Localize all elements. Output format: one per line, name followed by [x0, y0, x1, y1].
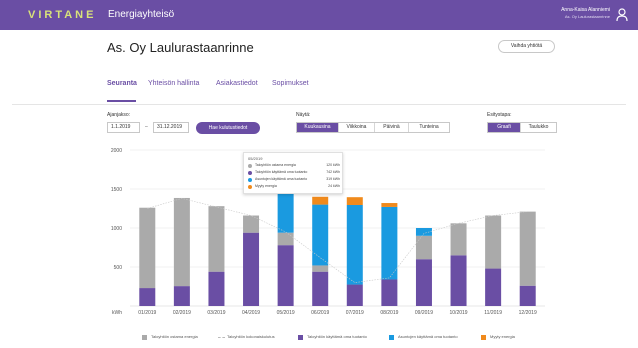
legend-label: Taloyhtiön käyttämä oma tuotanto	[307, 334, 367, 339]
legend-line-swatch	[218, 337, 225, 338]
tooltip-value: 742 kWh	[326, 170, 340, 174]
bar-segment	[415, 235, 432, 260]
x-tick-label: 09/2019	[415, 310, 433, 316]
legend-label: Taloyhtiön kokonaiskulutus	[227, 334, 275, 339]
y-tick-label: 500	[114, 265, 123, 271]
tooltip-dot	[248, 185, 252, 189]
bar-segment	[450, 223, 467, 256]
bar-segment	[381, 279, 398, 306]
x-tick-label: 06/2019	[311, 310, 329, 316]
x-tick-label: 07/2019	[346, 310, 364, 316]
bar-segment	[415, 259, 432, 306]
bar-segment	[519, 285, 536, 306]
tooltip-value: 120 kWh	[326, 163, 340, 167]
y-tick-label: 2000	[111, 148, 122, 154]
y-unit-label: kWh	[112, 310, 122, 316]
x-tick-label: 01/2019	[138, 310, 156, 316]
x-tick-label: 03/2019	[207, 310, 225, 316]
bar-segment	[208, 206, 225, 272]
bar-segment	[346, 204, 363, 285]
bar-segment	[173, 197, 190, 287]
chart-tooltip: 05/2019 Taloyhtiön ostama energia 120 kW…	[243, 152, 343, 194]
legend-label: Taloyhtiön ostama energia	[151, 334, 198, 339]
tooltip-label: Taloyhtiön käyttämä oma tuotanto	[255, 170, 308, 174]
x-tick-label: 04/2019	[242, 310, 260, 316]
bar-segment	[173, 286, 190, 306]
x-tick-label: 05/2019	[277, 310, 295, 316]
total-consumption-line	[147, 198, 528, 283]
bar-segment	[277, 232, 294, 246]
bar-segment	[312, 271, 329, 306]
legend-label: Myyty energia	[490, 334, 515, 339]
legend-swatch	[389, 335, 394, 340]
bar-segment	[485, 268, 502, 306]
bar-segment	[450, 255, 467, 306]
bar-segment	[346, 284, 363, 306]
tooltip-row: Myyty energia 24 kWh	[248, 184, 340, 190]
tooltip-dot	[248, 164, 252, 168]
tooltip-row: Taloyhtiön ostama energia 120 kWh	[248, 163, 340, 169]
bar-segment	[519, 211, 536, 286]
tooltip-value: 24 kWh	[328, 184, 340, 188]
bar-segment	[139, 288, 156, 306]
bar-segment	[381, 203, 398, 207]
x-tick-label: 11/2019	[484, 310, 502, 316]
bar-segment	[485, 215, 502, 269]
x-tick-label: 02/2019	[173, 310, 191, 316]
bar-segment	[139, 207, 156, 289]
bar-segment	[277, 245, 294, 306]
bar-segment	[312, 204, 329, 266]
tooltip-title: 05/2019	[248, 156, 263, 161]
bar-segment	[312, 265, 329, 272]
x-tick-label: 08/2019	[380, 310, 398, 316]
tooltip-label: Taloyhtiön ostama energia	[255, 163, 296, 167]
tooltip-row: Taloyhtiön käyttämä oma tuotanto 742 kWh	[248, 170, 340, 176]
bar-segment	[312, 196, 329, 205]
legend-swatch	[481, 335, 486, 340]
tooltip-value: 319 kWh	[326, 177, 340, 181]
tooltip-label: Asuntojen käyttämä oma tuotanto	[255, 177, 308, 181]
x-tick-label: 10/2019	[450, 310, 468, 316]
bar-segment	[208, 271, 225, 306]
bar-segment	[415, 228, 432, 236]
x-tick-label: 12/2019	[519, 310, 537, 316]
legend-label: Asuntojen käyttämä oma tuotanto	[398, 334, 458, 339]
tooltip-label: Myyty energia	[255, 184, 277, 188]
chart-legend: Taloyhtiön ostama energia Taloyhtiön kok…	[0, 334, 638, 344]
y-tick-label: 1500	[111, 187, 122, 193]
bar-segment	[346, 197, 363, 205]
y-tick-label: 1000	[111, 226, 122, 232]
bar-segment	[381, 206, 398, 280]
bar-segment	[243, 232, 260, 306]
tooltip-dot	[248, 171, 252, 175]
tooltip-dot	[248, 178, 252, 182]
bar-segment	[277, 189, 294, 233]
tooltip-row: Asuntojen käyttämä oma tuotanto 319 kWh	[248, 177, 340, 183]
legend-swatch	[142, 335, 147, 340]
legend-swatch	[298, 335, 303, 340]
